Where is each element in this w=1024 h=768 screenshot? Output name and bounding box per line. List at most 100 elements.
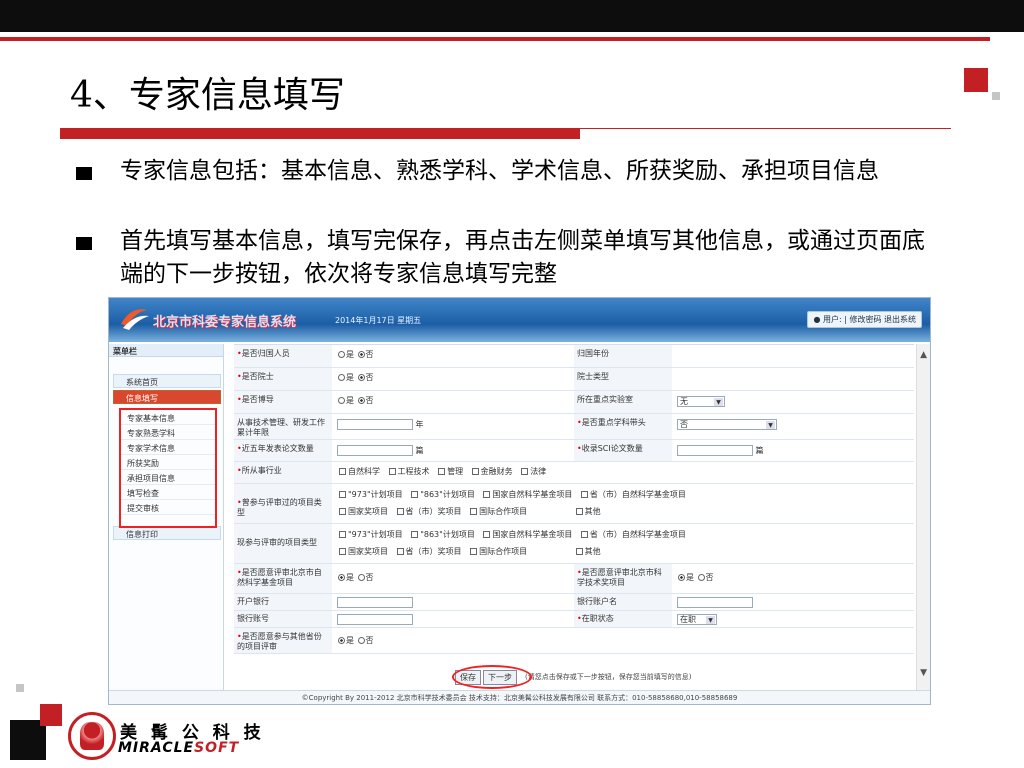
papers-input[interactable] (337, 445, 413, 456)
form-row: 银行账号 •在职状态 在职 ▼ (234, 611, 914, 628)
radio-yes[interactable] (678, 574, 685, 581)
checkbox[interactable] (483, 491, 491, 498)
title-underline-thin (580, 128, 951, 129)
radio-group: 是 否 (674, 568, 717, 588)
bullet-text: 专家信息包括：基本信息、熟悉学科、学术信息、所获奖励、承担项目信息 (120, 158, 879, 184)
checkbox[interactable] (470, 508, 478, 515)
radio-no[interactable] (357, 374, 365, 381)
checkbox[interactable] (339, 531, 346, 538)
radio-yes[interactable] (338, 351, 345, 358)
checkbox[interactable] (396, 548, 404, 555)
unit-label: 篇 (415, 446, 424, 455)
label-text: 院士类型 (577, 372, 609, 381)
checkbox[interactable] (483, 531, 491, 538)
checkbox[interactable] (396, 508, 404, 515)
chevron-down-icon: ▼ (706, 616, 715, 624)
checkbox[interactable] (339, 468, 346, 475)
radio-label: 否 (365, 396, 374, 405)
brand-name-en: MIRACLESOFT (118, 740, 239, 756)
years-input[interactable] (337, 419, 413, 430)
years-field-wrap: 年 (334, 414, 427, 435)
sci-field-wrap: 篇 (674, 440, 767, 461)
top-red-line (0, 37, 990, 41)
checkbox-label: "863"计划项目 (420, 490, 475, 499)
label-text: 从事技术管理、研发工作累计年限 (237, 418, 325, 437)
menu-item-home[interactable]: 系统首页 (113, 374, 221, 388)
checkbox[interactable] (339, 548, 346, 555)
form-row: •是否归国人员 是 否 归国年份 (234, 345, 914, 368)
checkbox[interactable] (575, 548, 583, 555)
label: •是否愿意评审北京市科学技术奖项目 (574, 564, 672, 593)
form-row: •是否愿意评审北京市自然科学基金项目 是 否 •是否愿意评审北京市科学技术奖项目… (234, 564, 914, 594)
scroll-down-icon[interactable]: ▼ (920, 668, 927, 678)
app-logo-icon (121, 309, 149, 330)
job-status-select[interactable]: 在职 ▼ (677, 614, 717, 625)
radio-label: 否 (365, 573, 374, 582)
user-label: 用户: (822, 315, 842, 324)
user-links[interactable]: | 修改密码 退出系统 (844, 315, 916, 324)
radio-yes[interactable] (338, 574, 345, 581)
scrollbar[interactable] (916, 344, 930, 690)
key-subject-select[interactable]: 否 ▼ (677, 419, 777, 430)
decor-square-gray (992, 92, 1000, 100)
form-row: 从事技术管理、研发工作累计年限 年 •是否重点学科带头 否 ▼ (234, 414, 914, 440)
account-no-input[interactable] (337, 614, 413, 625)
label-text: 现参与评审的项目类型 (237, 538, 317, 547)
select-value: 无 (680, 397, 688, 406)
lab-select[interactable]: 无 ▼ (677, 396, 725, 407)
radio-no[interactable] (357, 397, 365, 404)
label-text: 开户银行 (237, 597, 269, 606)
account-name-input[interactable] (677, 597, 753, 608)
checkbox[interactable] (521, 468, 529, 475)
checkbox-label: 管理 (447, 467, 464, 476)
checkbox[interactable] (575, 508, 583, 515)
decor-square-red-bottom (40, 704, 62, 726)
bullet-marker (76, 237, 92, 250)
label: 开户银行 (234, 594, 332, 610)
menu-item-info-fill[interactable]: 信息填写 (113, 390, 221, 404)
radio-no[interactable] (357, 637, 365, 644)
radio-group: 是 否 (334, 631, 377, 651)
radio-yes[interactable] (338, 397, 345, 404)
checkbox-label: 省（市）奖项目 (405, 507, 462, 516)
radio-yes[interactable] (338, 374, 345, 381)
checkbox[interactable] (438, 468, 446, 475)
checkbox-label: 国家自然科学基金项目 (492, 530, 573, 539)
select-value: 否 (680, 420, 688, 429)
title-underline-thick (60, 128, 580, 139)
label: 现参与评审的项目类型 (234, 524, 332, 563)
label: •是否愿意评审北京市自然科学基金项目 (234, 564, 332, 593)
chevron-down-icon: ▼ (714, 398, 723, 406)
label-text: 近五年发表论文数量 (241, 444, 314, 453)
radio-yes[interactable] (338, 637, 345, 644)
checkbox[interactable] (580, 491, 588, 498)
next-button-highlight (452, 665, 532, 689)
checkbox[interactable] (580, 531, 588, 538)
checkbox[interactable] (411, 491, 419, 498)
checkbox[interactable] (470, 548, 478, 555)
embedded-screenshot: 北京市科委专家信息系统 2014年1月17日 星期五 ● 用户: | 修改密码 … (108, 297, 931, 705)
radio-no[interactable] (357, 351, 365, 358)
label-text: 是否愿意评审北京市科学技术奖项目 (577, 568, 662, 587)
checkbox[interactable] (471, 468, 479, 475)
checkbox[interactable] (339, 491, 346, 498)
reviewed-types-line2: 国家奖项目 省（市）奖项目 国际合作项目 其他 (330, 502, 604, 522)
radio-no[interactable] (697, 574, 705, 581)
label: 银行账号 (234, 611, 332, 627)
menu-item-print[interactable]: 信息打印 (113, 526, 221, 540)
label-text: 是否院士 (241, 372, 274, 381)
papers-field-wrap: 篇 (334, 440, 427, 461)
app-name: 北京市科委专家信息系统 (153, 315, 297, 330)
checkbox-label: 省（市）自然科学基金项目 (589, 490, 686, 499)
checkbox[interactable] (388, 468, 396, 475)
label: 归国年份 (574, 345, 672, 367)
radio-no[interactable] (357, 574, 365, 581)
scroll-up-icon[interactable]: ▲ (920, 350, 927, 360)
bank-input[interactable] (337, 597, 413, 608)
checkbox[interactable] (339, 508, 346, 515)
checkbox[interactable] (411, 531, 419, 538)
decor-square-red (964, 68, 988, 92)
sci-input[interactable] (677, 445, 753, 456)
label: •曾参与评审过的项目类型 (234, 484, 332, 523)
unit-label: 篇 (755, 446, 764, 455)
